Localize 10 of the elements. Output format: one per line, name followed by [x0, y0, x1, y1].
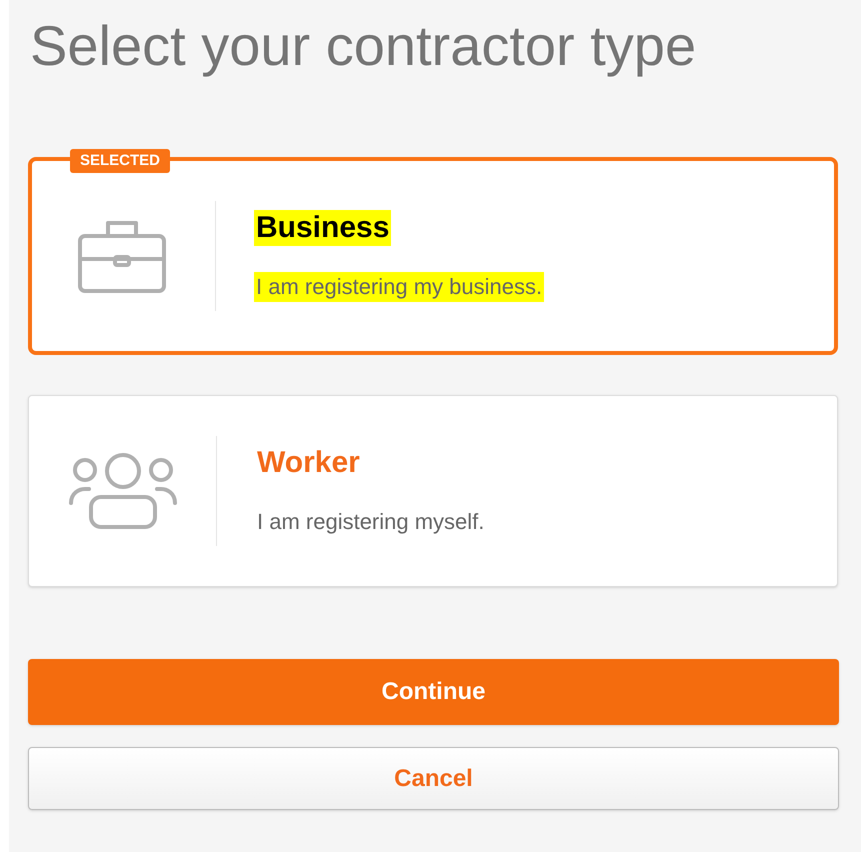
option-title: Business	[254, 210, 392, 246]
option-description: I am registering myself.	[256, 508, 486, 536]
option-title: Worker	[256, 445, 361, 481]
selected-badge: SELECTED	[70, 149, 170, 173]
page-title: Select your contractor type	[30, 14, 696, 78]
continue-button[interactable]: Continue	[28, 659, 839, 725]
people-icon	[68, 453, 176, 529]
option-description: I am registering my business.	[254, 272, 544, 302]
option-card[interactable]: Worker I am registering myself.	[28, 395, 838, 587]
briefcase-icon	[78, 219, 166, 293]
